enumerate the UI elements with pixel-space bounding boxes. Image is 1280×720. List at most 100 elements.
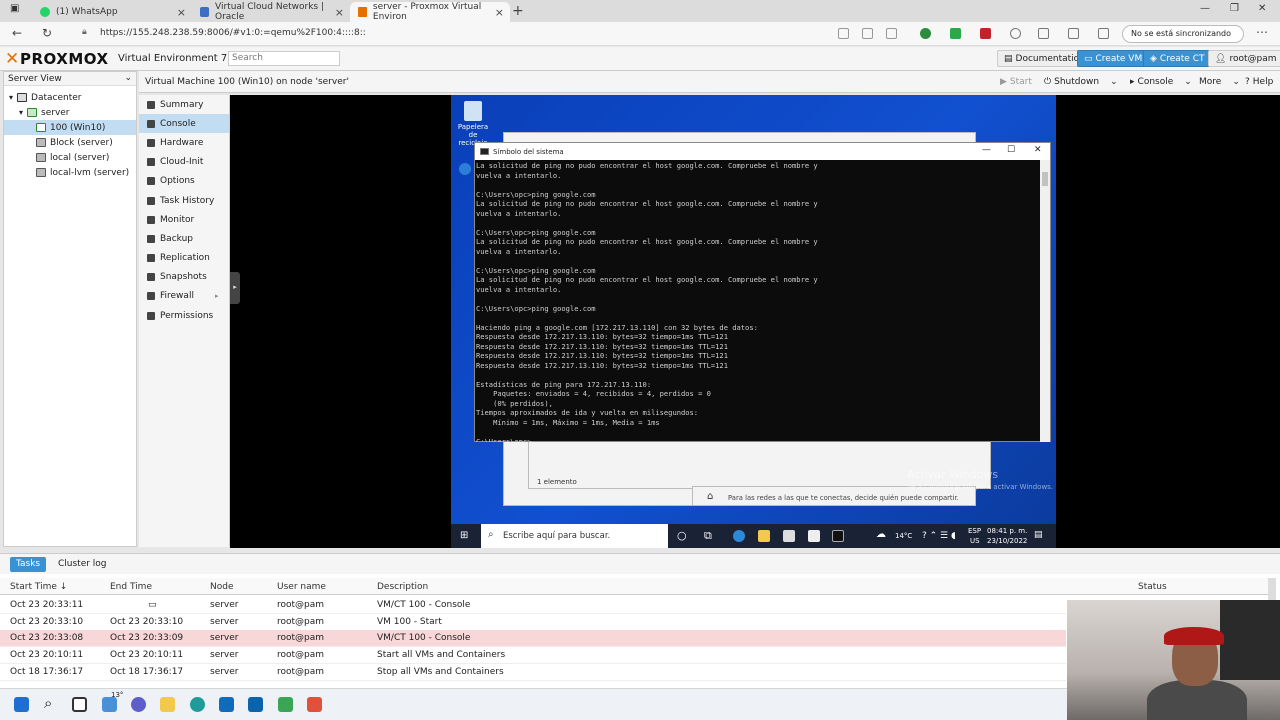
new-tab-icon[interactable]: + — [512, 3, 524, 19]
minimize-icon[interactable]: — — [982, 145, 991, 155]
recycle-bin-desktop-icon[interactable]: Papelera de reciclaje — [453, 101, 493, 147]
menu-item-cloud-init[interactable]: Cloud-Init — [139, 153, 229, 172]
table-row[interactable]: Oct 23 20:33:08 Oct 23 20:33:09 server r… — [0, 630, 1066, 647]
close-icon[interactable]: × — [177, 6, 186, 19]
cmd-taskbar-icon[interactable] — [832, 530, 844, 542]
server-view-select[interactable]: Server View ⌄ — [4, 72, 136, 86]
collapse-icon[interactable]: ▾ — [19, 108, 23, 117]
chevron-down-icon[interactable]: ⌄ — [1110, 77, 1118, 87]
close-icon[interactable]: × — [335, 6, 344, 19]
extension-red-icon[interactable] — [980, 28, 991, 39]
more-button[interactable]: More ⌄ — [1193, 74, 1246, 90]
guest-lang[interactable]: ESP — [968, 527, 981, 535]
col-status[interactable]: Status — [1138, 582, 1167, 592]
create-vm-button[interactable]: ▭ Create VM — [1077, 50, 1150, 67]
chevron-down-icon[interactable]: ⌄ — [1184, 77, 1192, 87]
tree-item-vm-100[interactable]: 100 (Win10) — [4, 120, 136, 135]
col-user-name[interactable]: User name — [277, 582, 326, 592]
menu-item-hardware[interactable]: Hardware — [139, 133, 229, 152]
menu-item-monitor[interactable]: Monitor — [139, 210, 229, 229]
mail-icon[interactable] — [808, 530, 820, 542]
col-end-time[interactable]: End Time — [110, 582, 152, 592]
close-icon[interactable]: × — [495, 6, 504, 19]
command-prompt-window[interactable]: Símbolo del sistema — ☐ ✕ La solicitud d… — [474, 142, 1051, 442]
red-app-icon[interactable] — [307, 697, 322, 712]
notifications-icon[interactable]: ▤ — [1034, 530, 1043, 540]
scroll-thumb[interactable] — [1042, 172, 1048, 186]
outlook-icon[interactable] — [248, 697, 263, 712]
task-view-icon[interactable]: ⧉ — [704, 529, 712, 543]
close-window-icon[interactable]: ✕ — [1258, 3, 1266, 14]
more-menu-icon[interactable]: ⋯ — [1256, 25, 1268, 39]
col-node[interactable]: Node — [210, 582, 234, 592]
menu-item-replication[interactable]: Replication — [139, 249, 229, 268]
favorites-bar-icon[interactable] — [1068, 28, 1079, 39]
menu-item-options[interactable]: Options — [139, 172, 229, 191]
tab-proxmox[interactable]: server - Proxmox Virtual Environ × — [350, 2, 510, 22]
chat-icon[interactable] — [131, 697, 146, 712]
extension-green-icon[interactable] — [920, 28, 931, 39]
weather-cloud-icon[interactable]: ☁ — [876, 529, 886, 540]
table-row[interactable]: Oct 23 20:33:10 Oct 23 20:33:10 server r… — [0, 614, 1066, 631]
mail-icon[interactable] — [219, 697, 234, 712]
widgets-icon[interactable] — [102, 697, 117, 712]
menu-item-backup[interactable]: Backup — [139, 229, 229, 248]
novnc-sidebar-toggle[interactable]: ▸ — [230, 272, 240, 304]
shutdown-button[interactable]: ⏻ Shutdown ⌄ — [1038, 74, 1124, 90]
guest-weather[interactable]: 14°C — [895, 532, 912, 540]
tab-tasks[interactable]: Tasks — [10, 557, 47, 572]
menu-item-snapshots[interactable]: Snapshots — [139, 268, 229, 287]
table-row[interactable]: Oct 18 17:36:17 Oct 18 17:36:17 server r… — [0, 664, 1066, 681]
file-explorer-icon[interactable] — [160, 697, 175, 712]
url-input[interactable]: https://155.248.238.59:8006/#v1:0:=qemu%… — [100, 28, 366, 38]
menu-item-task-history[interactable]: Task History — [139, 191, 229, 210]
tray-icons[interactable]: ? ⌃ ☰ ◖ — [922, 531, 956, 541]
edge-desktop-icon[interactable] — [459, 163, 471, 175]
restore-icon[interactable]: ❐ — [1230, 3, 1239, 14]
guest-date[interactable]: 23/10/2022 — [987, 537, 1027, 545]
green-app-icon[interactable] — [278, 697, 293, 712]
table-row[interactable]: Oct 23 20:10:11 Oct 23 20:10:11 server r… — [0, 647, 1066, 664]
console-button[interactable]: ▸ Console ⌄ — [1124, 74, 1198, 90]
tree-item-storage-block[interactable]: Block (server) — [4, 135, 136, 150]
guest-search-box[interactable]: ⌕ Escribe aquí para buscar. — [481, 524, 668, 548]
task-view-icon[interactable] — [72, 697, 87, 712]
puzzle-icon[interactable] — [1038, 28, 1049, 39]
collections-icon[interactable] — [1098, 28, 1109, 39]
key-extension-icon[interactable] — [1010, 28, 1021, 39]
file-explorer-icon[interactable] — [758, 530, 770, 542]
cmd-output[interactable]: La solicitud de ping no pudo encontrar e… — [475, 160, 1041, 442]
tab-oracle[interactable]: Virtual Cloud Networks | Oracle × — [192, 2, 350, 22]
tree-item-storage-local[interactable]: local (server) — [4, 150, 136, 165]
cortana-icon[interactable]: ○ — [677, 529, 687, 542]
user-menu-button[interactable]: 👤︎ root@pam — [1208, 50, 1280, 67]
table-row[interactable]: Oct 23 20:33:11 ▭ server root@pam VM/CT … — [0, 597, 1066, 614]
menu-item-permissions[interactable]: Permissions — [139, 306, 229, 325]
menu-item-summary[interactable]: Summary — [139, 95, 229, 114]
key-icon[interactable] — [838, 28, 849, 39]
tree-item-server[interactable]: ▾ server — [4, 105, 136, 120]
read-aloud-icon[interactable] — [862, 28, 873, 39]
help-button[interactable]: ? Help — [1239, 74, 1279, 90]
start-button[interactable]: ▶ Start — [994, 74, 1038, 90]
cmd-scrollbar[interactable] — [1040, 160, 1050, 442]
maximize-icon[interactable]: ☐ — [1007, 145, 1015, 155]
menu-item-console[interactable]: Console — [139, 114, 229, 134]
col-start-time[interactable]: Start Time ↓ — [10, 582, 67, 592]
windows-start-icon[interactable] — [14, 697, 29, 712]
tree-item-datacenter[interactable]: ▾ Datacenter — [4, 90, 136, 105]
store-icon[interactable] — [783, 530, 795, 542]
favorite-icon[interactable] — [886, 28, 897, 39]
search-icon[interactable]: ⌕ — [44, 694, 52, 712]
pve-search-input[interactable]: Search — [228, 51, 340, 66]
cmd-title-bar[interactable]: Símbolo del sistema — ☐ ✕ — [475, 143, 1050, 160]
windows-start-icon[interactable]: ⊞ — [460, 530, 468, 541]
guest-region[interactable]: US — [970, 537, 980, 545]
collapse-icon[interactable]: ▾ — [9, 93, 13, 102]
close-icon[interactable]: ✕ — [1034, 145, 1042, 155]
reload-icon[interactable]: ↻ — [42, 26, 52, 40]
edge-icon[interactable] — [733, 530, 745, 542]
edge-icon[interactable] — [190, 697, 205, 712]
tab-whatsapp[interactable]: (1) WhatsApp × — [32, 2, 192, 22]
col-description[interactable]: Description — [377, 582, 428, 592]
